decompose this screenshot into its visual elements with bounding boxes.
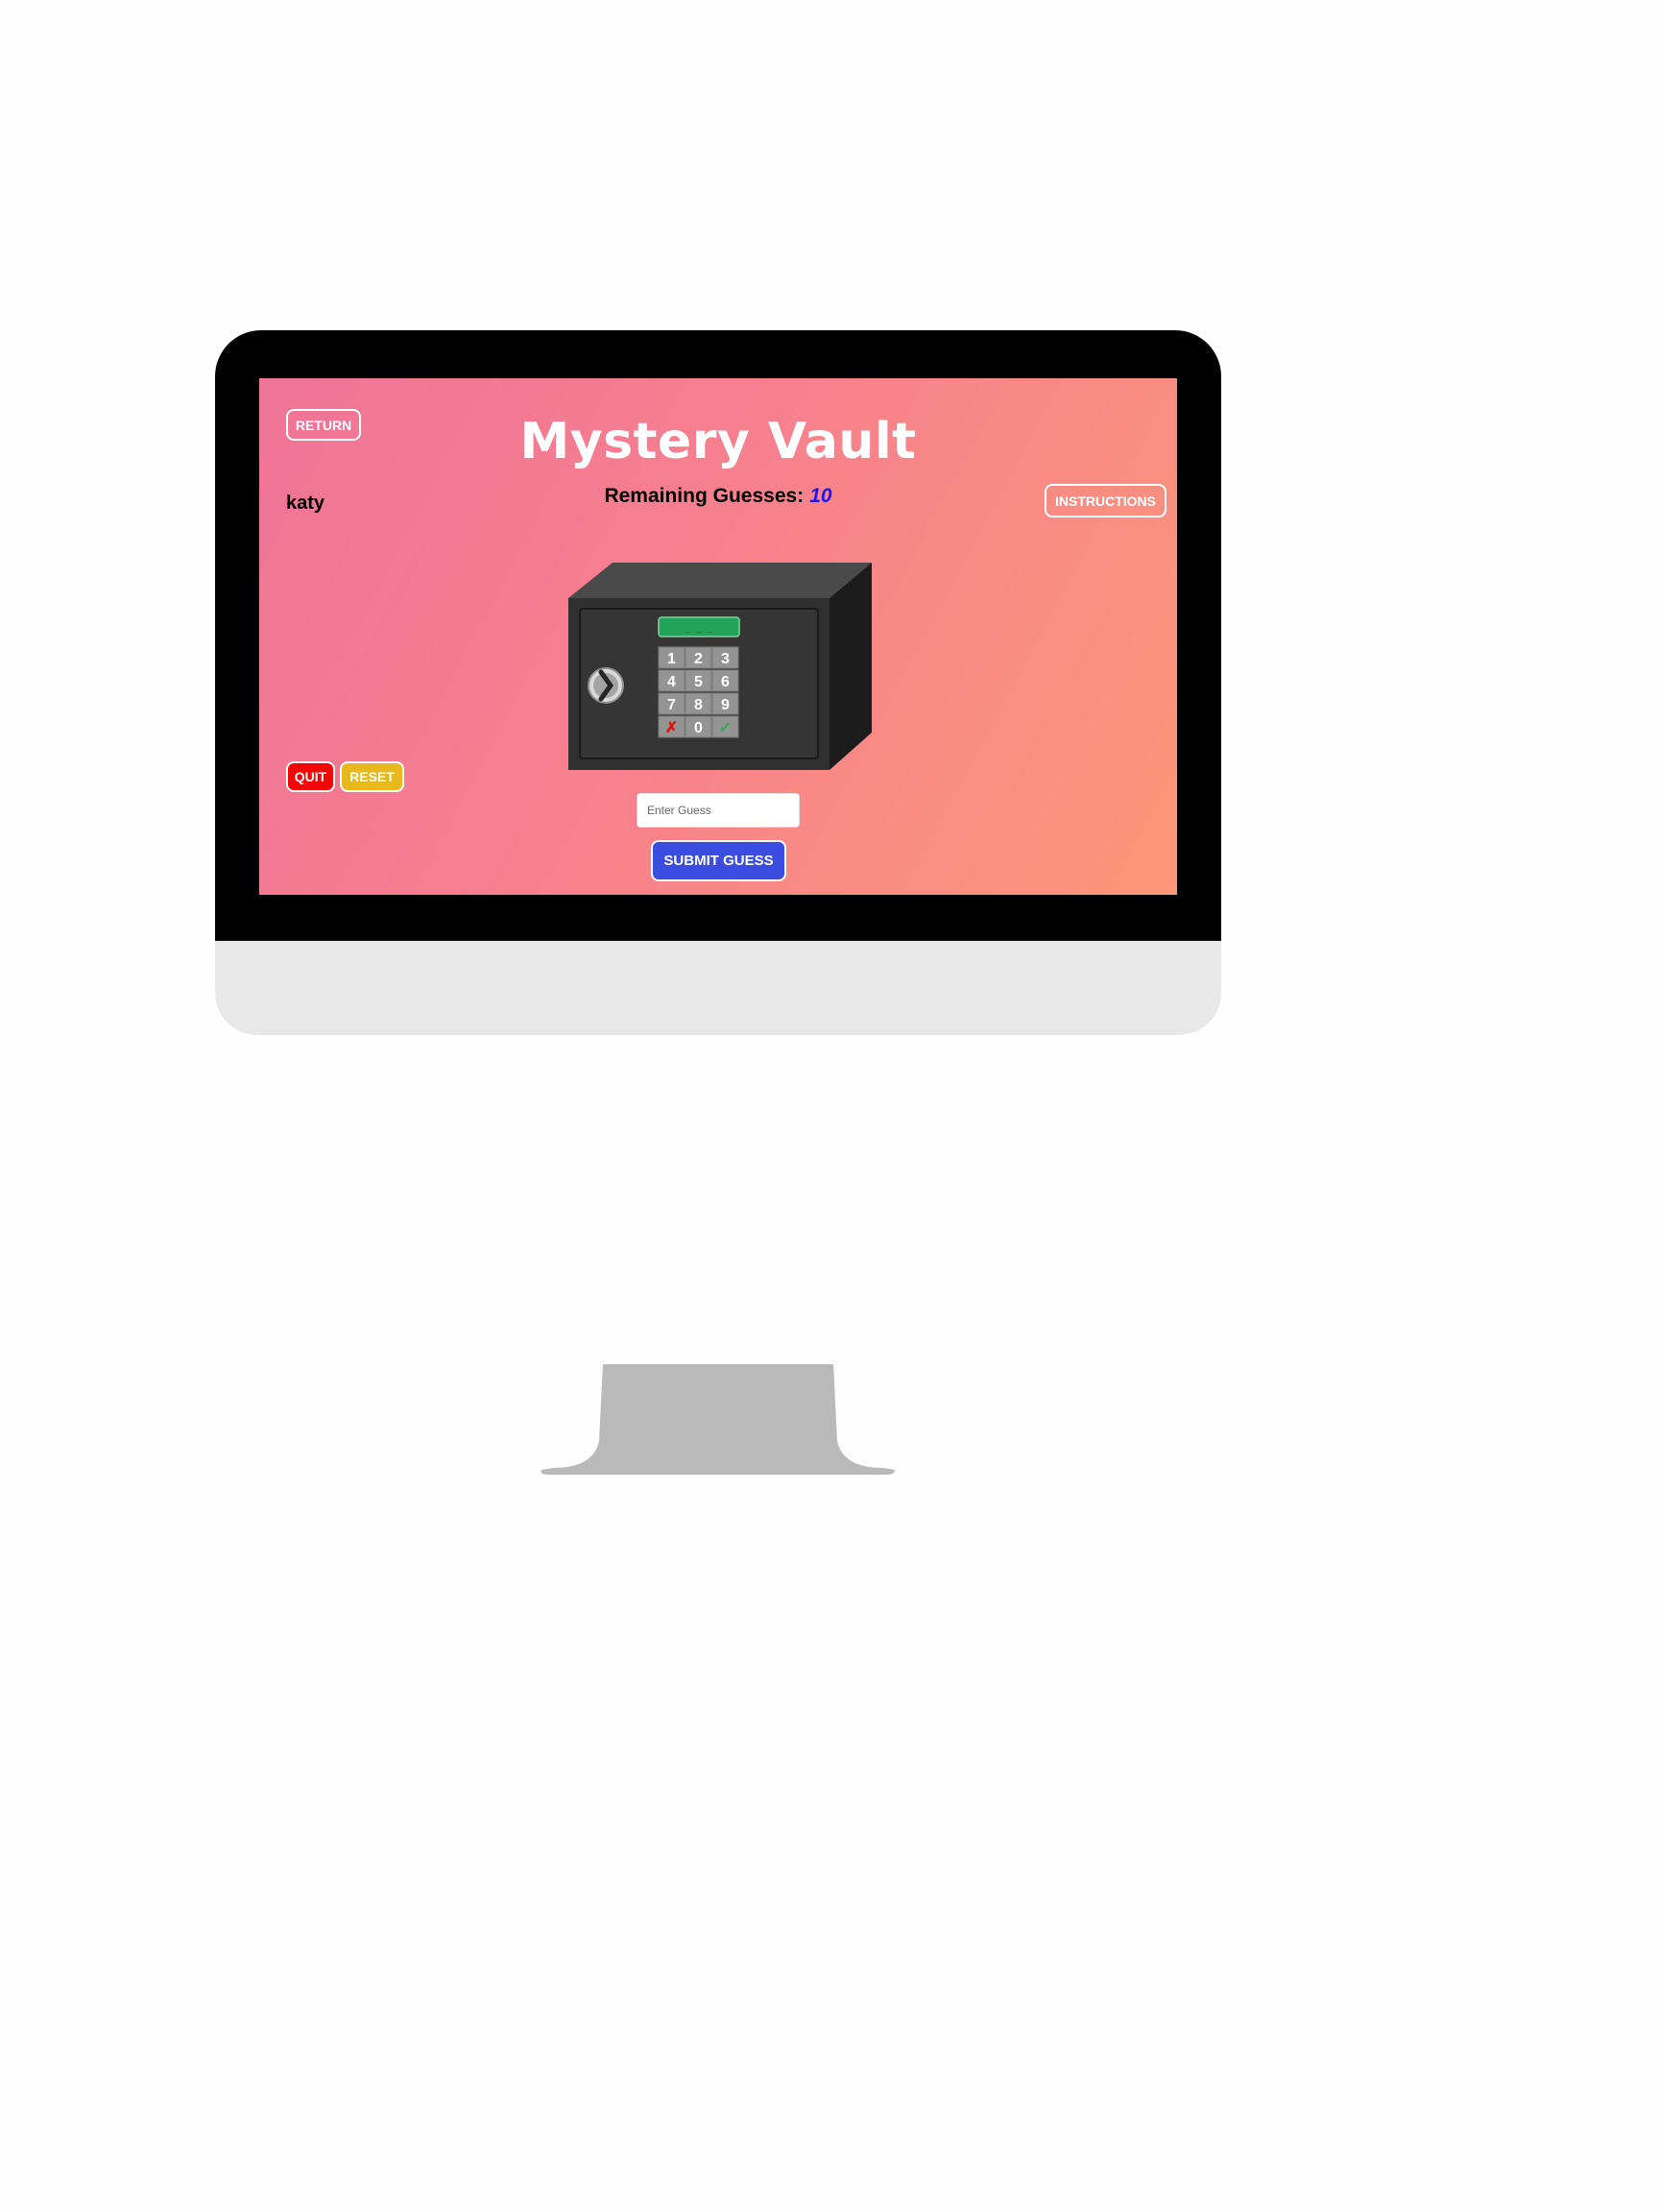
return-button[interactable]: RETURN [286, 409, 361, 441]
keypad-label-3: 3 [721, 651, 730, 667]
keypad-label-0: 0 [694, 720, 703, 736]
keypad-label-6: 6 [721, 674, 730, 690]
keypad-label-4: 4 [667, 674, 676, 690]
vault-top [568, 563, 872, 598]
keypad-label-5: 5 [694, 674, 703, 690]
monitor-stand [541, 1364, 895, 1475]
app-screen: RETURN Mystery Vault Remaining Guesses: 1… [259, 378, 1177, 895]
username-label: katy [286, 493, 325, 514]
keypad-label-9: 9 [721, 697, 730, 713]
vault-safe: _ _ _ 1 2 3 4 5 6 7 8 9 ✗ 0 ✓ [568, 563, 872, 770]
monitor-chin [215, 941, 1221, 1035]
remaining-guesses-label: Remaining Guesses: [604, 485, 805, 507]
guess-input[interactable] [637, 793, 800, 828]
keypad-label-2: 2 [694, 651, 703, 667]
vault-handle-icon[interactable] [588, 667, 624, 704]
keypad-label-1: 1 [667, 651, 676, 667]
vault-side [830, 563, 872, 770]
instructions-button[interactable]: INSTRUCTIONS [1045, 484, 1166, 517]
monitor-frame: RETURN Mystery Vault Remaining Guesses: 1… [215, 330, 1221, 1475]
reset-button[interactable]: RESET [340, 761, 404, 792]
remaining-guesses: Remaining Guesses: 10 [451, 484, 985, 509]
submit-guess-button[interactable]: SUBMIT GUESS [651, 840, 786, 881]
enter-check-icon: ✓ [719, 720, 732, 736]
quit-button[interactable]: QUIT [286, 761, 335, 792]
vault-display-text: _ _ _ [684, 625, 714, 636]
page-title: Mystery Vault [519, 413, 917, 470]
remaining-guesses-count: 10 [809, 485, 832, 507]
keypad-label-8: 8 [694, 697, 703, 713]
clear-x-icon: ✗ [665, 720, 678, 736]
keypad-label-7: 7 [667, 697, 676, 713]
